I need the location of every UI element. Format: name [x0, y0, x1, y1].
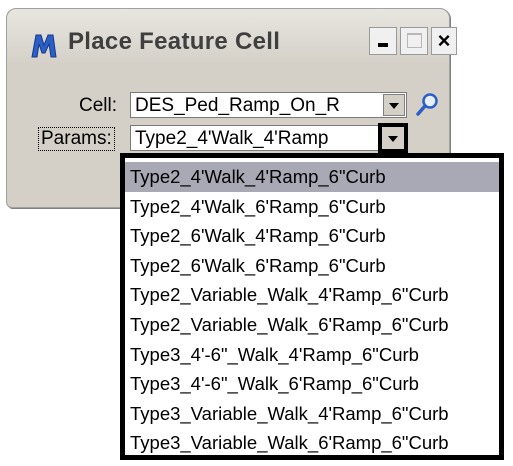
chevron-down-icon[interactable] [378, 123, 408, 153]
close-icon: × [437, 28, 451, 53]
dropdown-item[interactable]: Type2_4'Walk_4'Ramp_6"Curb [125, 162, 499, 192]
params-dropdown-list[interactable]: Type2_4'Walk_4'Ramp_6"Curb Type2_4'Walk_… [120, 153, 504, 460]
dropdown-item[interactable]: Type2_Variable_Walk_6'Ramp_6"Curb [125, 310, 499, 340]
dropdown-item[interactable]: Type3_4'-6"_Walk_6'Ramp_6"Curb [125, 369, 499, 399]
dropdown-item[interactable]: Type2_6'Walk_6'Ramp_6"Curb [125, 251, 499, 281]
cell-label: Cell: [79, 95, 118, 116]
params-combobox-value: Type2_4'Walk_4'Ramp [135, 128, 329, 149]
close-button[interactable]: × [431, 27, 457, 55]
window-title: Place Feature Cell [68, 28, 281, 55]
dropdown-item[interactable]: Type2_Variable_Walk_4'Ramp_6"Curb [125, 280, 499, 310]
cell-combobox[interactable]: DES_Ped_Ramp_On_R [130, 92, 407, 118]
dropdown-item[interactable]: Type2_6'Walk_4'Ramp_6"Curb [125, 221, 499, 251]
chevron-down-icon[interactable] [383, 94, 405, 116]
title-bar[interactable]: Place Feature Cell × [7, 9, 457, 65]
dropdown-item[interactable]: Type3_Variable_Walk_4'Ramp_6"Curb [125, 399, 499, 429]
cell-combobox-value: DES_Ped_Ramp_On_R [135, 95, 340, 116]
dropdown-item[interactable]: Type2_4'Walk_6'Ramp_6"Curb [125, 192, 499, 222]
dropdown-item[interactable]: Type3_Variable_Walk_6'Ramp_6"Curb [125, 428, 499, 458]
params-combobox[interactable]: Type2_4'Walk_4'Ramp [130, 123, 408, 153]
magnifier-icon[interactable] [415, 92, 441, 118]
params-label: Params: [38, 127, 115, 151]
minimize-button[interactable] [369, 27, 397, 55]
maximize-button[interactable] [400, 27, 428, 55]
microstation-m-icon [31, 34, 57, 58]
dropdown-item[interactable]: Type3_4'-6"_Walk_4'Ramp_6"Curb [125, 340, 499, 370]
